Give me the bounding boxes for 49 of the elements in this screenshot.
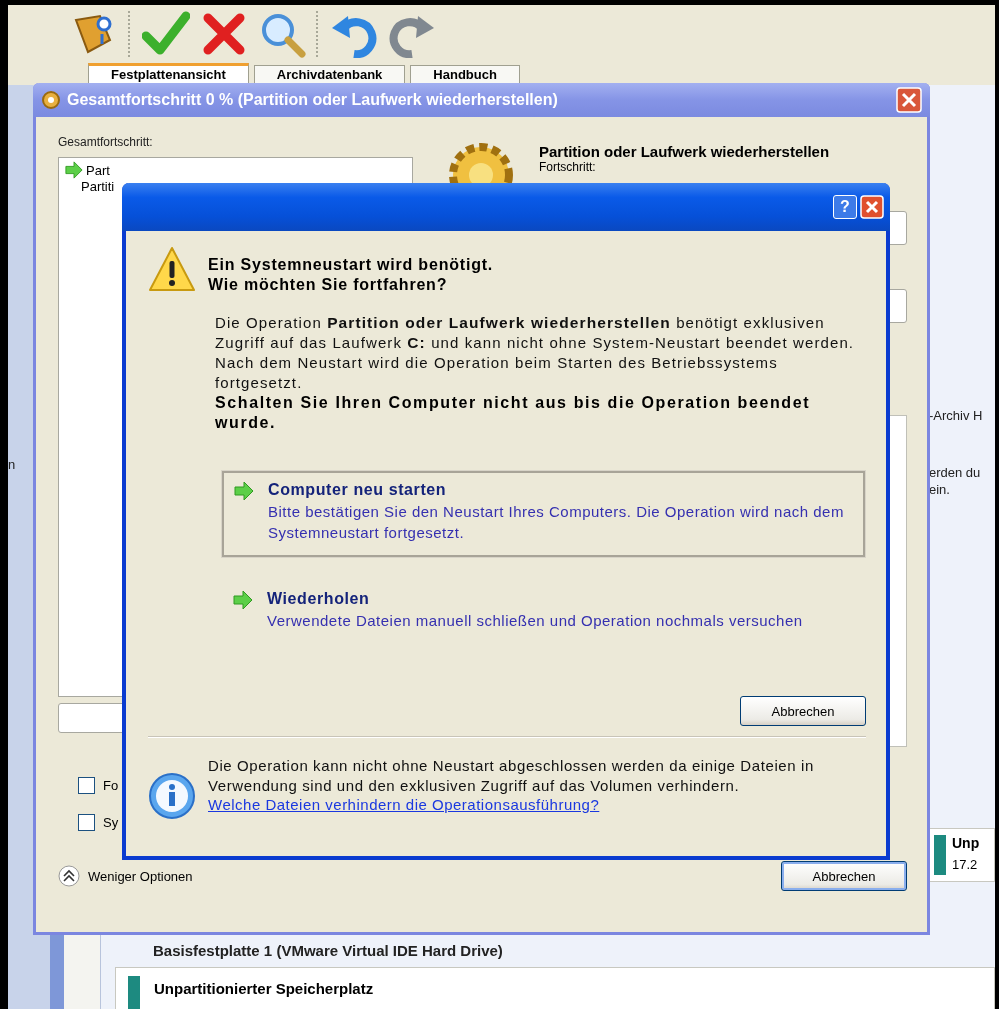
- window-title: Gesamtfortschritt 0 % (Partition oder Laufwerk wiederherstellen): [67, 91, 559, 109]
- partition-card[interactable]: Unpartitionierter Speicherplatz: [115, 967, 995, 1009]
- choice-description: Bitte bestätigen Sie den Neustart Ihres Computers. Die Operation wird nach dem Systemneustart fortgesetzt.: [268, 502, 845, 543]
- tab[interactable]: Handbuch: [410, 65, 520, 85]
- arrow-right-icon: [233, 590, 255, 612]
- text-fragment: ein.: [929, 481, 951, 498]
- operation-title: Partition oder Laufwerk wiederherstellen: [539, 143, 830, 160]
- checkbox[interactable]: [78, 777, 95, 794]
- partition-name: Unpartitionierter Speicherplatz: [154, 979, 374, 999]
- help-button[interactable]: ?: [833, 195, 857, 219]
- warning-icon: [148, 246, 196, 292]
- dialog-heading: Wie möchten Sie fortfahren?: [208, 275, 449, 295]
- close-icon[interactable]: [860, 195, 884, 219]
- partition-bar: [128, 976, 140, 1009]
- sidebar-text: n: [8, 457, 16, 472]
- cancel-button[interactable]: Abbrechen: [740, 696, 866, 726]
- checkbox-label: Fo: [103, 778, 119, 793]
- info-icon: [148, 772, 196, 820]
- choice-option[interactable]: Wiederholen Verwendete Dateien manuell schließen und Operation nochmals versuchen: [222, 581, 865, 644]
- partition-size: 17.2: [952, 857, 979, 872]
- close-icon[interactable]: [896, 87, 922, 113]
- progress-label: Fortschritt:: [539, 160, 597, 174]
- checkbox-label: Sy: [103, 815, 119, 830]
- warning-text: Schalten Sie Ihren Computer nicht aus bis die Operation beendet wurde.: [215, 393, 812, 433]
- tab[interactable]: Festplattenansicht: [88, 63, 249, 85]
- choice-option[interactable]: Computer neu starten Bitte bestätigen Sie den Neustart Ihres Computers. Die Operation wird nach dem Systemneustart fortgesetzt.: [222, 471, 865, 557]
- arrow-right-icon: [65, 161, 83, 179]
- chevron-up-icon: [58, 865, 80, 887]
- cancel-button[interactable]: Abbrechen: [781, 861, 907, 891]
- overall-progress-label: Gesamtfortschritt:: [58, 135, 154, 149]
- text-fragment: erden du: [929, 464, 982, 481]
- choice-description: Verwendete Dateien manuell schließen und Operation nochmals versuchen: [267, 611, 803, 631]
- disk-label: Basisfestplatte 1 (VMware Virtual IDE Hard Drive): [153, 942, 504, 959]
- partition-name: Unp: [952, 835, 980, 851]
- partition-bar: [934, 835, 946, 875]
- help-link[interactable]: Welche Dateien verhindern die Operationsausführung?: [208, 796, 600, 813]
- info-text: Die Operation kann nicht ohne Neustart abgeschlossen werden da einige Dateien in Verwendung sind und den exklusiven Zugriff auf das Volumen verhindern.: [208, 756, 815, 796]
- tab[interactable]: Archivdatenbank: [253, 65, 406, 85]
- choice-title: Wiederholen: [267, 590, 371, 608]
- message-text: Die Operation Partition oder Laufwerk wiederherstellen benötigt exklusiven Zugriff auf das Laufwerk C: und kann nicht ohne System-Neustart beendet werden. Nach dem Neustart wird die Operation beim Starten des Betriebssystems fortgesetzt.: [215, 313, 856, 393]
- text-fragment: -Archiv H: [929, 407, 984, 424]
- partition-card[interactable]: Unp 17.2: [927, 828, 995, 882]
- fewer-options-toggle[interactable]: Weniger Optionen: [58, 865, 193, 887]
- dialog-heading: Ein Systemneustart wird benötigt.: [208, 255, 494, 275]
- checkbox[interactable]: [78, 814, 95, 831]
- step-label: Partiti: [81, 178, 115, 194]
- step-label: Part: [86, 162, 110, 178]
- arrow-right-icon: [234, 481, 256, 503]
- choice-title: Computer neu starten: [268, 481, 448, 499]
